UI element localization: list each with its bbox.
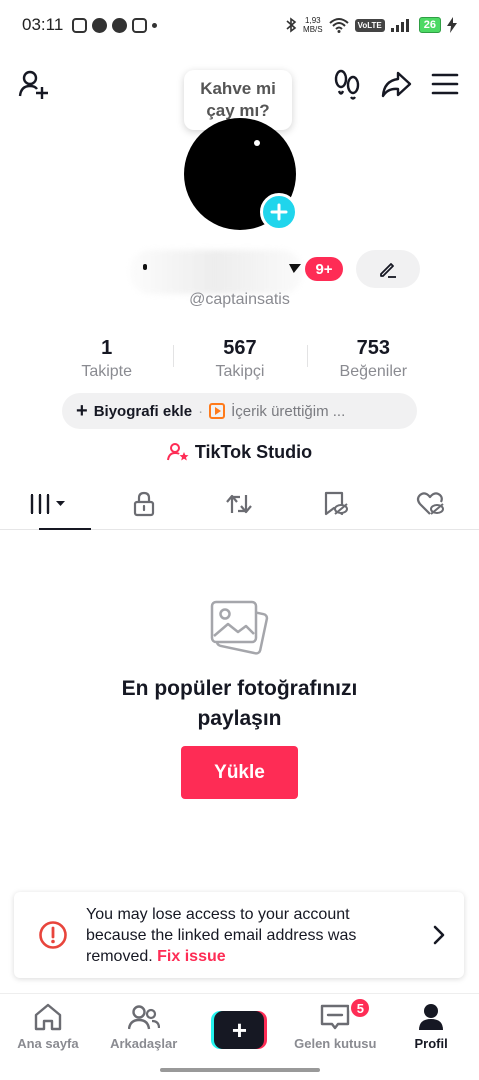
create-plus-icon: + <box>214 1011 265 1049</box>
net-speed-value: 1,93 <box>305 16 321 25</box>
bubble-line-1: Kahve mi <box>200 79 276 98</box>
tab-reposts[interactable] <box>192 478 288 529</box>
net-speed-unit: MB/S <box>303 25 323 34</box>
create-button[interactable]: + <box>211 1011 268 1049</box>
stat-following[interactable]: 1 Takipte <box>40 337 173 383</box>
stat-likes[interactable]: 753 Beğeniler <box>306 337 440 383</box>
tab-favorites[interactable] <box>287 478 383 529</box>
nav-profile[interactable]: Profil <box>383 994 479 1080</box>
more-notifications-icon <box>152 22 158 28</box>
footprint-icon <box>334 69 360 100</box>
account-warning-banner[interactable]: You may lose access to your account beca… <box>14 892 464 978</box>
bio-row: + Biyografi ekle · İçerik ürettiğim ... <box>62 393 417 429</box>
photo-stack-icon <box>208 596 272 660</box>
heart-hidden-icon <box>416 491 445 515</box>
plus-icon: + <box>76 400 88 422</box>
warning-icon <box>39 921 67 949</box>
bluetooth-icon <box>286 17 297 33</box>
fix-issue-link[interactable]: Fix issue <box>157 948 225 965</box>
avatar-detail <box>254 140 260 146</box>
net-speed: 1,93 MB/S <box>303 16 323 34</box>
status-bar: 03:11 1,93 MB/S VoLTE 26 <box>0 0 479 50</box>
notification-badge[interactable]: 9+ <box>305 257 343 281</box>
nav-friends-label: Arkadaşlar <box>110 1036 178 1051</box>
tab-liked[interactable] <box>383 478 479 529</box>
tab-videos[interactable] <box>0 478 96 530</box>
charging-icon <box>447 17 457 33</box>
lock-icon <box>133 491 154 516</box>
empty-title-line-1: En popüler fotoğrafınızı <box>121 677 358 700</box>
stat-label: Takipçi <box>215 363 265 380</box>
add-avatar-button[interactable] <box>260 193 298 231</box>
empty-title-line-2: paylaşın <box>197 707 282 730</box>
content-category-button[interactable]: İçerik ürettiğim ... <box>231 403 345 420</box>
studio-label: TikTok Studio <box>194 441 313 462</box>
video-play-icon <box>209 403 226 419</box>
nav-home-label: Ana sayfa <box>17 1036 79 1051</box>
stat-value: 753 <box>356 337 390 359</box>
name-fragment <box>143 264 147 270</box>
status-time: 03:11 <box>22 15 64 34</box>
bookmark-hidden-icon <box>325 491 349 515</box>
status-left: 03:11 <box>22 15 158 35</box>
signal-icon <box>390 19 409 32</box>
pencil-icon <box>380 263 396 278</box>
plus-icon <box>270 203 288 221</box>
stat-label: Beğeniler <box>339 363 408 380</box>
menu-button[interactable] <box>427 66 463 102</box>
repost-icon <box>226 494 253 513</box>
content-tabs <box>0 478 479 530</box>
add-friend-button[interactable] <box>16 66 52 102</box>
status-right: 1,93 MB/S VoLTE 26 <box>285 16 457 34</box>
add-friend-icon <box>18 70 48 99</box>
wifi-icon <box>328 18 349 33</box>
add-bio-button[interactable]: Biyografi ekle <box>94 403 192 420</box>
hamburger-menu-icon <box>431 73 459 95</box>
bottom-nav: Ana sayfa Arkadaşlar + 5 Gelen kutusu Pr… <box>0 993 479 1080</box>
empty-state-title: En popüler fotoğrafınızı paylaşın <box>0 674 479 734</box>
tab-private[interactable] <box>96 478 192 529</box>
inbox-badge: 5 <box>349 997 372 1019</box>
chevron-right-icon[interactable] <box>428 924 450 946</box>
stat-value: 1 <box>101 337 113 359</box>
instagram-icon <box>72 17 88 33</box>
stat-label: Takipte <box>81 363 133 380</box>
upload-button[interactable]: Yükle <box>181 746 298 799</box>
nav-home[interactable]: Ana sayfa <box>0 994 96 1080</box>
bio-separator: · <box>198 402 204 420</box>
stat-value: 567 <box>223 337 257 359</box>
warning-text: You may lose access to your account beca… <box>86 904 396 967</box>
battery-badge: 26 <box>418 17 441 33</box>
share-profile-button[interactable] <box>378 66 414 102</box>
display-name-redacted <box>130 250 302 294</box>
grid-videos-icon <box>30 493 65 514</box>
profile-icon <box>419 1004 444 1030</box>
profile-views-button[interactable] <box>330 66 364 102</box>
screen-icon <box>132 17 148 33</box>
stat-followers[interactable]: 567 Takipçi <box>173 337 306 383</box>
username: @captainsatis <box>189 291 290 308</box>
edit-profile-button[interactable] <box>356 250 420 288</box>
creator-star-icon <box>166 443 189 461</box>
share-icon <box>381 71 412 98</box>
home-icon <box>34 1003 62 1031</box>
friends-icon <box>127 1005 160 1030</box>
home-indicator[interactable] <box>160 1068 320 1072</box>
nav-inbox-label: Gelen kutusu <box>294 1036 377 1051</box>
inbox-icon <box>321 1004 350 1030</box>
profile-stats: 1 Takipte 567 Takipçi 753 Beğeniler <box>40 337 440 383</box>
tiktok-studio-link[interactable]: TikTok Studio <box>0 440 479 464</box>
messenger-icon <box>92 17 108 33</box>
volte-badge: VoLTE <box>354 18 385 32</box>
facebook-icon <box>112 17 128 33</box>
nav-profile-label: Profil <box>414 1036 448 1051</box>
